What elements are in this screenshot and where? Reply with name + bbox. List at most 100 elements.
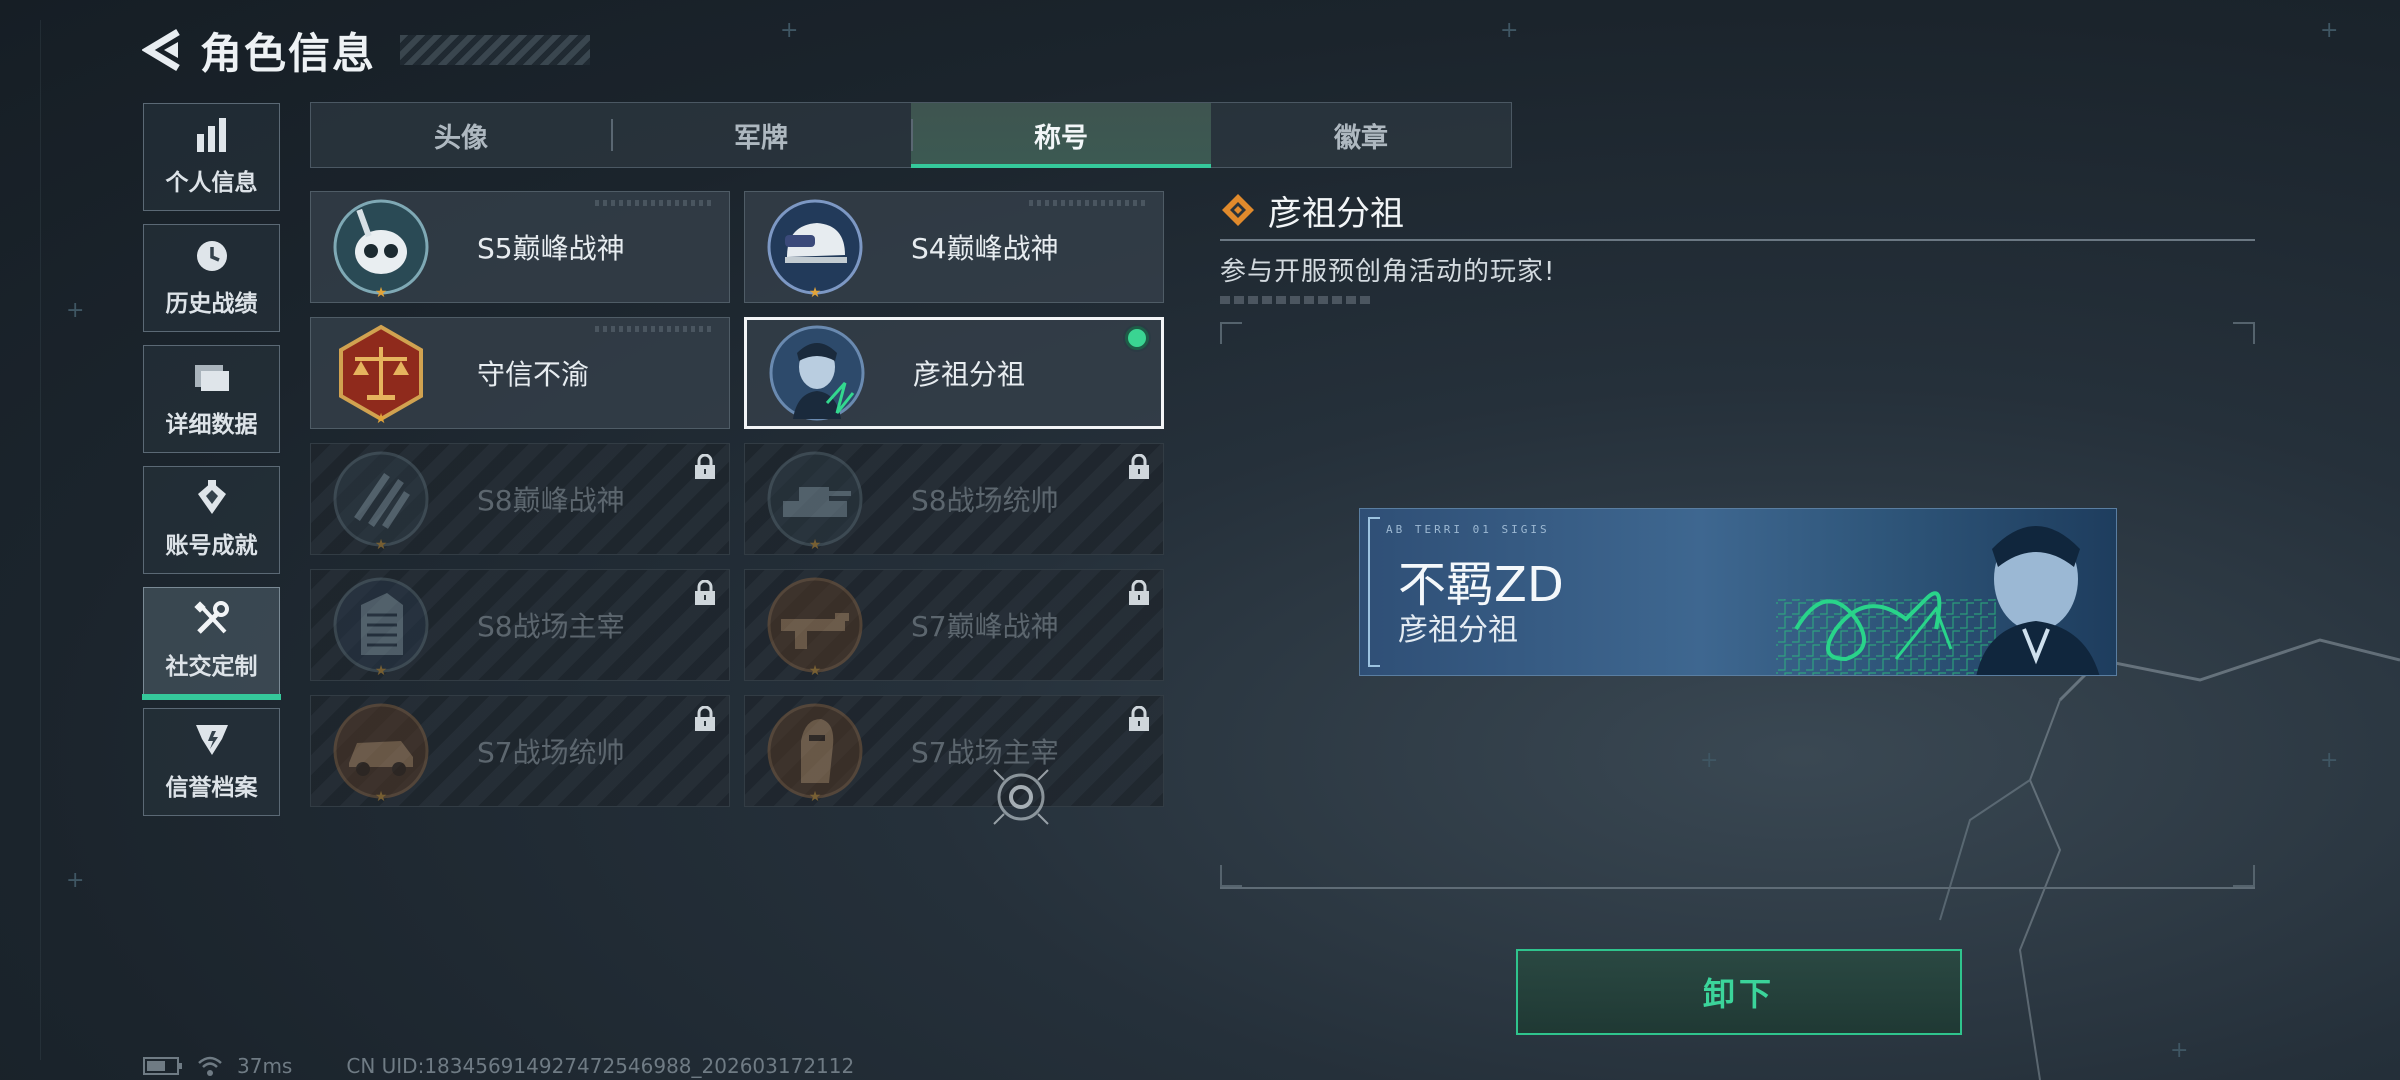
page-title: 角色信息 <box>200 28 377 78</box>
tab-avatar[interactable]: 头像 <box>311 103 611 167</box>
unequip-button[interactable]: 卸下 <box>1516 949 1962 1035</box>
scales-of-justice-badge-icon: ★ <box>331 323 431 427</box>
title-name: S5巅峰战神 <box>477 232 625 265</box>
crosshair-decor: + <box>66 868 85 893</box>
sidebar-item-label: 历史战绩 <box>165 291 258 317</box>
title-card-s5-peak-god[interactable]: ★ S5巅峰战神 <box>310 191 730 303</box>
crosshair-decor: + <box>1500 18 1519 43</box>
frame-corner <box>2233 865 2255 887</box>
touch-cursor-icon <box>993 769 1049 825</box>
uid-text: CN UID:18345691492747254698​8_2026031721… <box>346 1054 855 1078</box>
title-name: S8战场统帅 <box>911 484 1059 517</box>
battery-icon <box>143 1057 182 1075</box>
title-card-s8-peak-god[interactable]: ★ S8巅峰战神 <box>310 443 730 555</box>
portrait-signature-art <box>1776 526 2100 675</box>
achievement-emblem-icon <box>192 480 232 516</box>
lock-icon <box>1129 580 1149 605</box>
sidebar-item-label: 社交定制 <box>165 654 258 680</box>
tab-badge[interactable]: 徽章 <box>1211 103 1511 167</box>
star-icon: ★ <box>808 537 822 553</box>
star-icon: ★ <box>374 411 388 427</box>
card-deco <box>595 326 715 332</box>
title-name: S7战场统帅 <box>477 736 625 769</box>
sidebar-item-label: 账号成就 <box>165 533 258 559</box>
wifi-icon <box>198 1056 222 1076</box>
sidebar-item-personal-info[interactable]: 个人信息 <box>143 103 280 211</box>
title-name: S4巅峰战神 <box>911 232 1059 265</box>
vehicle-badge-icon: ★ <box>331 701 431 805</box>
title-name: S7战场主宰 <box>911 736 1059 769</box>
title-card-s8-field-dominator[interactable]: ★ S8战场主宰 <box>310 569 730 681</box>
title-name: S7巅峰战神 <box>911 610 1059 643</box>
folder-stack-icon <box>192 359 232 395</box>
bar-chart-icon <box>192 117 232 153</box>
frame-corner <box>1220 865 1242 887</box>
star-icon: ★ <box>374 663 388 679</box>
star-icon: ★ <box>808 285 822 301</box>
card-deco <box>1029 200 1149 206</box>
title-name: S8战场主宰 <box>477 610 625 643</box>
lock-icon <box>1129 706 1149 731</box>
nameplate-preview: AB TERRI 01 SIGIS 不羁ZD 彦祖分祖 <box>1359 508 2117 676</box>
lock-icon <box>695 454 715 479</box>
star-icon: ★ <box>808 789 822 805</box>
title-card-s7-field-dominator[interactable]: ★ S7战场主宰 <box>744 695 1164 807</box>
detail-tag-decor <box>1220 296 1370 304</box>
frame-corner <box>1220 322 1242 344</box>
crosshair-decor: + <box>2320 748 2339 773</box>
title-card-s8-field-marshal[interactable]: ★ S8战场统帅 <box>744 443 1164 555</box>
title-card-s7-peak-god[interactable]: ★ S7巅峰战神 <box>744 569 1164 681</box>
title-stripes-decor <box>400 35 591 65</box>
tab-title[interactable]: 称号 <box>911 103 1211 168</box>
nameplate-code: AB TERRI 01 SIGIS <box>1386 523 1550 536</box>
nameplate-title: 彦祖分祖 <box>1398 613 1518 648</box>
nameplate-bracket <box>1368 517 1380 667</box>
sidebar-item-reputation[interactable]: 信誉档案 <box>143 708 280 816</box>
sidebar: 个人信息 历史战绩 详细数据 账号成就 社交定制 信誉档案 <box>142 103 281 829</box>
crosshair-decor: + <box>780 18 799 43</box>
warrior-badge-icon: ★ <box>765 701 865 805</box>
star-icon: ★ <box>374 537 388 553</box>
sidebar-item-label: 详细数据 <box>165 412 258 438</box>
lock-icon <box>695 706 715 731</box>
frame-corner <box>2233 322 2255 344</box>
sidebar-item-label: 信誉档案 <box>165 775 258 801</box>
back-arrow-icon[interactable] <box>140 28 184 72</box>
sidebar-item-achievements[interactable]: 账号成就 <box>143 466 280 574</box>
detail-description: 参与开服预创角活动的玩家! <box>1220 257 1556 287</box>
divider <box>1220 239 2255 241</box>
equipped-indicator <box>1125 326 1149 350</box>
sidebar-item-label: 个人信息 <box>165 170 258 196</box>
star-icon: ★ <box>374 285 388 301</box>
title-card-keep-faith[interactable]: ★ 守信不渝 <box>310 317 730 429</box>
sidebar-item-match-history[interactable]: 历史战绩 <box>143 224 280 332</box>
lock-icon <box>695 580 715 605</box>
diamond-emblem-icon <box>1222 194 1254 226</box>
header: 角色信息 <box>140 20 591 80</box>
crosshair-decor: + <box>2170 1038 2189 1063</box>
gun-badge-icon: ★ <box>765 575 865 679</box>
helmet-nightvision-badge-icon: ★ <box>765 197 865 301</box>
title-card-s7-field-marshal[interactable]: ★ S7战场统帅 <box>310 695 730 807</box>
tools-wrench-icon <box>192 601 232 637</box>
crosshair-decor: + <box>66 298 85 323</box>
title-card-s4-peak-god[interactable]: ★ S4巅峰战神 <box>744 191 1164 303</box>
skull-diver-badge-icon: ★ <box>331 197 431 301</box>
sidebar-item-social-customization[interactable]: 社交定制 <box>142 587 281 700</box>
crosshair-decor: + <box>2320 18 2339 43</box>
title-card-yanzu-fenzu[interactable]: 彦祖分祖 <box>744 317 1164 429</box>
shield-badge-icon <box>192 722 232 758</box>
detail-header: 彦祖分祖 <box>1220 185 2255 235</box>
title-name: S8巅峰战神 <box>477 484 625 517</box>
sidebar-item-detailed-data[interactable]: 详细数据 <box>143 345 280 453</box>
tab-dog-tag[interactable]: 军牌 <box>611 103 911 167</box>
lock-icon <box>1129 454 1149 479</box>
title-name: 守信不渝 <box>477 358 590 391</box>
title-grid: ★ S5巅峰战神 ★ S4巅峰战神 ★ 守信不渝 彦祖分祖 ★ S8巅峰战神 ★… <box>310 191 1164 807</box>
detail-title: 彦祖分祖 <box>1268 193 1404 234</box>
divider <box>1220 887 2255 889</box>
star-icon: ★ <box>374 789 388 805</box>
slash-emblem-badge-icon: ★ <box>331 449 431 553</box>
ping-text: 37ms <box>237 1054 293 1078</box>
building-badge-icon: ★ <box>331 575 431 679</box>
